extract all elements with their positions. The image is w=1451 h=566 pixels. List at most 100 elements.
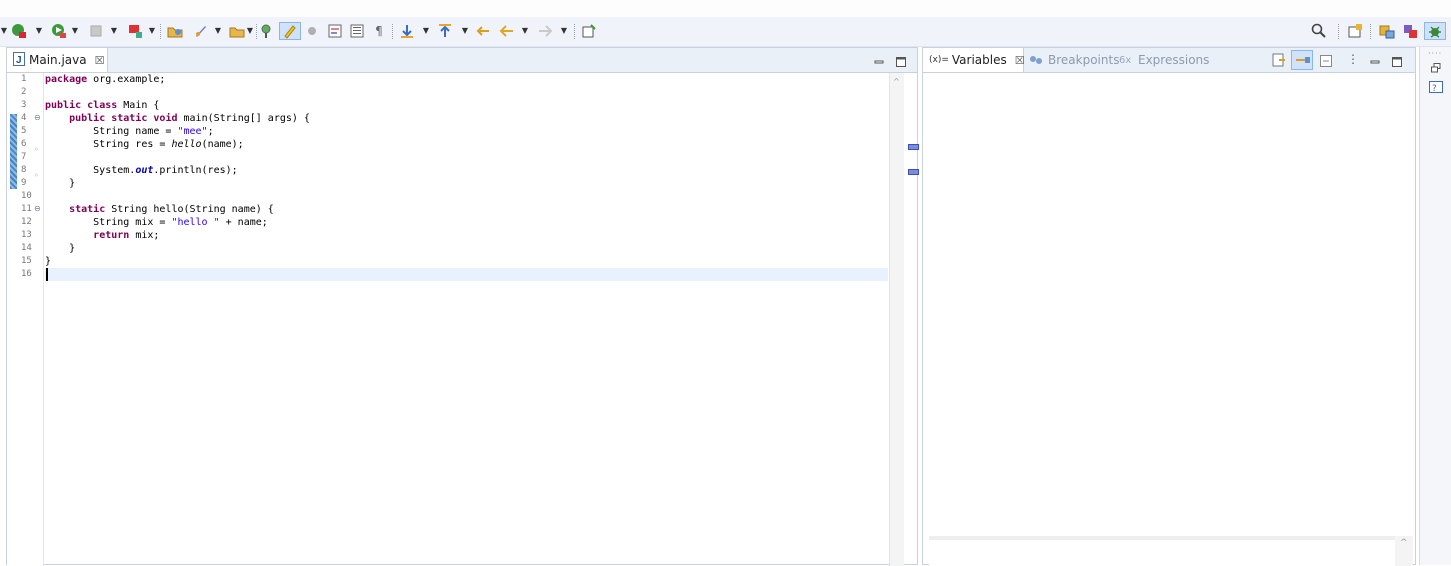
variable-detail-pane[interactable] — [929, 536, 1401, 566]
dropdown-arrow-icon[interactable]: ▼ — [0, 23, 8, 39]
drag-handle-icon[interactable]: ···· — [1428, 49, 1442, 58]
next-annotation-icon[interactable] — [398, 22, 416, 40]
dropdown-arrow-icon[interactable]: ▼ — [461, 23, 469, 39]
line-number: 2 — [21, 87, 27, 97]
show-whitespace-icon[interactable] — [348, 22, 366, 40]
dropdown-arrow-icon[interactable]: ▼ — [148, 23, 156, 39]
code-token: } — [45, 178, 76, 189]
highlight-pen-icon[interactable] — [279, 22, 301, 40]
dropdown-arrow-icon[interactable]: ▼ — [246, 23, 254, 39]
show-logical-structure-icon[interactable] — [1291, 50, 1313, 70]
fold-toggle-icon[interactable]: ⊖ — [34, 113, 41, 122]
close-icon[interactable]: ☒ — [1015, 54, 1025, 67]
code-line[interactable]: } — [45, 242, 75, 255]
line-number: 15 — [21, 256, 32, 266]
dropdown-arrow-icon[interactable]: ▼ — [422, 23, 430, 39]
terminate-icon[interactable] — [88, 22, 104, 40]
line-number: 10 — [21, 191, 32, 201]
editor-overview-ruler[interactable]: ^ — [889, 73, 904, 566]
code-line[interactable]: return mix; — [45, 229, 159, 242]
line-number: 3 — [21, 100, 27, 110]
code-line[interactable]: String mix = "hello " + name; — [45, 216, 268, 229]
string-token: "mee" — [177, 126, 208, 137]
open-perspective-icon[interactable] — [1346, 22, 1364, 40]
maximize-icon[interactable] — [1391, 53, 1403, 67]
overview-marker[interactable] — [908, 169, 919, 175]
code-token: String mix = — [45, 217, 172, 228]
minimize-icon[interactable] — [1369, 53, 1381, 65]
new-rocket-icon[interactable] — [192, 22, 210, 40]
search-icon[interactable] — [1310, 22, 1328, 40]
scroll-up-icon[interactable]: ^ — [1400, 538, 1408, 548]
keyword-token: static — [69, 204, 106, 215]
dropdown-arrow-icon[interactable]: ▼ — [521, 23, 529, 39]
collapse-all-icon[interactable] — [1319, 53, 1333, 72]
last-edit-location-icon[interactable] — [474, 22, 492, 40]
scroll-up-icon[interactable]: ^ — [893, 77, 900, 86]
search-tool-icon[interactable] — [258, 22, 276, 40]
mark-icon[interactable] — [304, 22, 320, 40]
back-arrow-icon[interactable] — [498, 22, 516, 40]
code-line[interactable]: String name = "mee"; — [45, 125, 214, 138]
tab-label: Breakpoints — [1048, 53, 1120, 67]
view-menu-icon[interactable]: ⋮ — [1347, 52, 1359, 66]
forward-arrow-icon[interactable] — [536, 22, 554, 40]
debug-perspective-icon[interactable] — [1424, 22, 1446, 40]
code-line[interactable]: public static void main(String[] args) { — [45, 112, 310, 125]
code-token: hello — [171, 139, 202, 150]
code-line[interactable]: public class Main { — [45, 99, 159, 112]
toggle-block-icon[interactable] — [326, 22, 344, 40]
tab-variables[interactable]: (x)= Variables ☒ — [923, 48, 1025, 72]
java-perspective-icon[interactable] — [1378, 22, 1396, 40]
java-editor: J Main.java ☒ ◦ ◦ 1 2 3 4 ⊖ 5 6 7 8 9 10 11 ⊖ 12 13 14 1… — [6, 47, 919, 566]
code-token: } — [45, 243, 76, 254]
dropdown-arrow-icon[interactable]: ▼ — [214, 23, 222, 39]
dropdown-arrow-icon[interactable]: ▼ — [71, 23, 79, 39]
tab-breakpoints[interactable]: Breakpoints — [1029, 48, 1119, 72]
debug-views-tab-bar: (x)= Variables ☒ Breakpoints 6x Expressi… — [923, 48, 1415, 73]
detail-pane-scrollbar[interactable]: ^ — [1395, 536, 1413, 566]
code-line[interactable]: System.out.println(res); — [45, 164, 238, 177]
open-folder-icon[interactable] — [228, 22, 246, 40]
external-tools-icon[interactable] — [126, 22, 144, 40]
code-line[interactable]: package org.example; — [45, 73, 165, 86]
close-icon[interactable]: ☒ — [95, 54, 105, 67]
editor-tab-bar: J Main.java ☒ — [7, 48, 917, 73]
toolbar-separator — [160, 24, 162, 39]
line-number-ruler[interactable]: ◦ ◦ 1 2 3 4 ⊖ 5 6 7 8 9 10 11 ⊖ 12 13 14 15 16 — [7, 73, 44, 566]
keyword-token: class — [87, 100, 118, 111]
show-type-names-icon[interactable] — [1271, 52, 1287, 72]
code-token: out — [135, 165, 154, 176]
code-line[interactable]: static String hello(String name) { — [45, 203, 274, 216]
dropdown-arrow-icon[interactable]: ▼ — [35, 23, 43, 39]
dropdown-arrow-icon[interactable]: ▼ — [110, 23, 118, 39]
maximize-icon[interactable] — [895, 53, 907, 67]
overview-marker[interactable] — [908, 144, 919, 150]
code-token: ; — [207, 126, 214, 137]
git-perspective-icon[interactable] — [1401, 22, 1419, 40]
restore-icon[interactable] — [1430, 59, 1442, 78]
code-line[interactable]: } — [45, 177, 75, 190]
tab-main-java[interactable]: J Main.java ☒ — [7, 48, 108, 72]
tab-expressions[interactable]: 6x Expressions — [1119, 48, 1209, 72]
fold-toggle-icon[interactable]: ⊖ — [34, 204, 41, 213]
code-token: + name; — [219, 217, 268, 228]
code-line[interactable]: String res = hello(name); — [45, 138, 244, 151]
pin-editor-icon[interactable] — [580, 22, 598, 40]
previous-annotation-icon[interactable] — [436, 22, 454, 40]
tab-label: Expressions — [1138, 53, 1210, 67]
run-icon[interactable] — [50, 22, 68, 40]
code-line[interactable]: } — [45, 255, 51, 268]
dropdown-arrow-icon[interactable]: ▼ — [560, 23, 568, 39]
debug-run-icon[interactable] — [10, 22, 28, 40]
code-text-area[interactable]: package org.example; public class Main { … — [45, 73, 889, 566]
pilcrow-icon[interactable]: ¶ — [372, 22, 386, 40]
minimized-outline-view-icon[interactable]: ? — [1428, 79, 1444, 99]
toolbar-separator — [574, 24, 576, 39]
breakpoints-icon — [1029, 53, 1045, 68]
minimize-icon[interactable] — [873, 53, 885, 65]
open-type-icon[interactable] — [166, 22, 184, 40]
